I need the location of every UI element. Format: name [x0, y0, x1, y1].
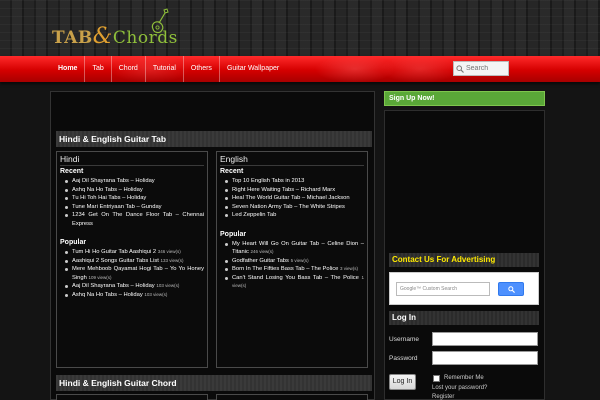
password-field[interactable] [432, 351, 538, 365]
view-count: 3 view(s) [339, 266, 358, 271]
list-item[interactable]: Can't Stand Losing You Bass Tab – The Po… [220, 274, 364, 291]
view-count: 103 view(s) [144, 291, 168, 297]
nav-home[interactable]: Home [51, 56, 86, 82]
google-search-button[interactable] [498, 282, 524, 296]
logo-tab-text: TAB [52, 28, 93, 48]
english-recent-heading: Recent [220, 168, 244, 175]
list-item[interactable]: My Heart Will Go On Guitar Tab – Celine … [220, 240, 364, 257]
search-icon [507, 285, 515, 293]
list-item[interactable]: Right Here Waiting Tabs – Richard Marx [220, 186, 364, 195]
list-item[interactable]: 1234 Get On The Dance Floor Tab – Chenna… [60, 211, 204, 228]
section-title-guitar-chord: Hindi & English Guitar Chord [56, 375, 372, 391]
list-item-title[interactable]: Tum Hi Ho Guitar Tab Aashiqui 2 [72, 249, 156, 255]
nav-menu: Home Tab Chord Tutorial Others Guitar Wa… [51, 56, 286, 82]
view-count: 103 view(s) [156, 283, 180, 288]
guitar-logo-icon [151, 8, 169, 34]
hindi-tab-column: Hindi Recent Aaj Dil Shayrana Tabs – Hol… [56, 151, 208, 368]
view-count: 109 view(s) [88, 274, 112, 280]
hindi-popular-heading: Popular [60, 239, 87, 246]
list-item[interactable]: Aashiqui 2 Songs Guitar Tabs List 133 vi… [60, 257, 204, 266]
list-item[interactable]: Ashq Na Ho Tabs – Holiday [60, 186, 204, 195]
view-count: 133 view(s) [160, 257, 184, 263]
list-item-title[interactable]: Born In The Fifties Bass Tab – The Polic… [232, 266, 338, 272]
list-item[interactable]: Mere Mehboob Qayamat Hogi Tab – Yo Yo Ho… [60, 265, 204, 282]
list-item[interactable]: Heal The World Guitar Tab – Michael Jack… [220, 194, 364, 203]
english-column-title: English [220, 154, 364, 166]
signup-button[interactable]: Sign Up Now! [384, 91, 545, 106]
section-title-guitar-tab: Hindi & English Guitar Tab [56, 131, 372, 147]
password-label: Password [389, 355, 418, 362]
search-input[interactable] [466, 65, 508, 72]
nav-chord[interactable]: Chord [112, 56, 146, 82]
hindi-column-title: Hindi [60, 154, 204, 166]
list-item-title[interactable]: Aashiqui 2 Songs Guitar Tabs List [72, 258, 159, 264]
english-chord-column [216, 394, 368, 400]
register-link[interactable]: Register [432, 394, 454, 400]
english-tab-column: English Recent Top 10 English Tabs in 20… [216, 151, 368, 368]
lost-password-link[interactable]: Lost your password? [432, 385, 487, 391]
username-field[interactable] [432, 332, 538, 346]
list-item[interactable]: Godfather Guitar Tabs 5 view(s) [220, 257, 364, 266]
hindi-recent-list: Aaj Dil Shayrana Tabs – Holiday Ashq Na … [60, 177, 204, 228]
hindi-popular-list: Tum Hi Ho Guitar Tab Aashiqui 2 346 view… [60, 248, 204, 299]
view-count: 5 view(s) [290, 257, 309, 263]
nav-tutorial[interactable]: Tutorial [146, 56, 184, 82]
search-box [453, 61, 509, 76]
hindi-recent-heading: Recent [60, 168, 84, 175]
login-heading: Log In [389, 311, 539, 325]
english-popular-list: My Heart Will Go On Guitar Tab – Celine … [220, 240, 364, 291]
logo-amp: & [92, 24, 113, 49]
advertising-heading: Contact Us For Advertising [389, 253, 539, 267]
username-label: Username [389, 336, 419, 343]
nav-guitar-wallpaper[interactable]: Guitar Wallpaper [220, 56, 286, 82]
list-item-title[interactable]: Can't Stand Losing You Bass Tab – The Po… [232, 275, 359, 281]
google-custom-search: Google™ Custom Search [389, 272, 539, 305]
nav-others[interactable]: Others [184, 56, 220, 82]
nav-tab[interactable]: Tab [85, 56, 112, 82]
list-item[interactable]: Tu Hi Toh Hai Tabs – Holiday [60, 194, 204, 203]
list-item[interactable]: Aaj Dil Shayrana Tabs – Holiday [60, 177, 204, 186]
remember-me-label: Remember Me [444, 375, 484, 381]
login-button[interactable]: Log In [389, 374, 416, 390]
english-recent-list: Top 10 English Tabs in 2013 Right Here W… [220, 177, 364, 220]
search-icon[interactable] [454, 62, 466, 75]
list-item[interactable]: Tum Hi Ho Guitar Tab Aashiqui 2 346 view… [60, 248, 204, 257]
remember-me-checkbox[interactable] [433, 375, 440, 382]
list-item-title[interactable]: Ashq Na Ho Tabs – Holiday [72, 292, 143, 298]
list-item[interactable]: Tune Mari Entriyaan Tab – Gunday [60, 203, 204, 212]
view-count: 346 view(s) [157, 249, 181, 254]
list-item[interactable]: Aaj Dil Shayrana Tabs – Holiday 103 view… [60, 282, 204, 291]
list-item[interactable]: Seven Nation Army Tab – The White Stripe… [220, 203, 364, 212]
google-search-input[interactable]: Google™ Custom Search [396, 282, 490, 296]
list-item[interactable]: Top 10 English Tabs in 2013 [220, 177, 364, 186]
view-count: 246 view(s) [250, 249, 274, 254]
list-item-title[interactable]: Godfather Guitar Tabs [232, 258, 289, 264]
list-item[interactable]: Led Zeppelin Tab [220, 211, 364, 220]
hindi-chord-column [56, 394, 208, 400]
list-item[interactable]: Ashq Na Ho Tabs – Holiday 103 view(s) [60, 291, 204, 300]
list-item[interactable]: Born In The Fifties Bass Tab – The Polic… [220, 265, 364, 274]
english-popular-heading: Popular [220, 230, 247, 238]
list-item-title[interactable]: Aaj Dil Shayrana Tabs – Holiday [72, 283, 155, 289]
